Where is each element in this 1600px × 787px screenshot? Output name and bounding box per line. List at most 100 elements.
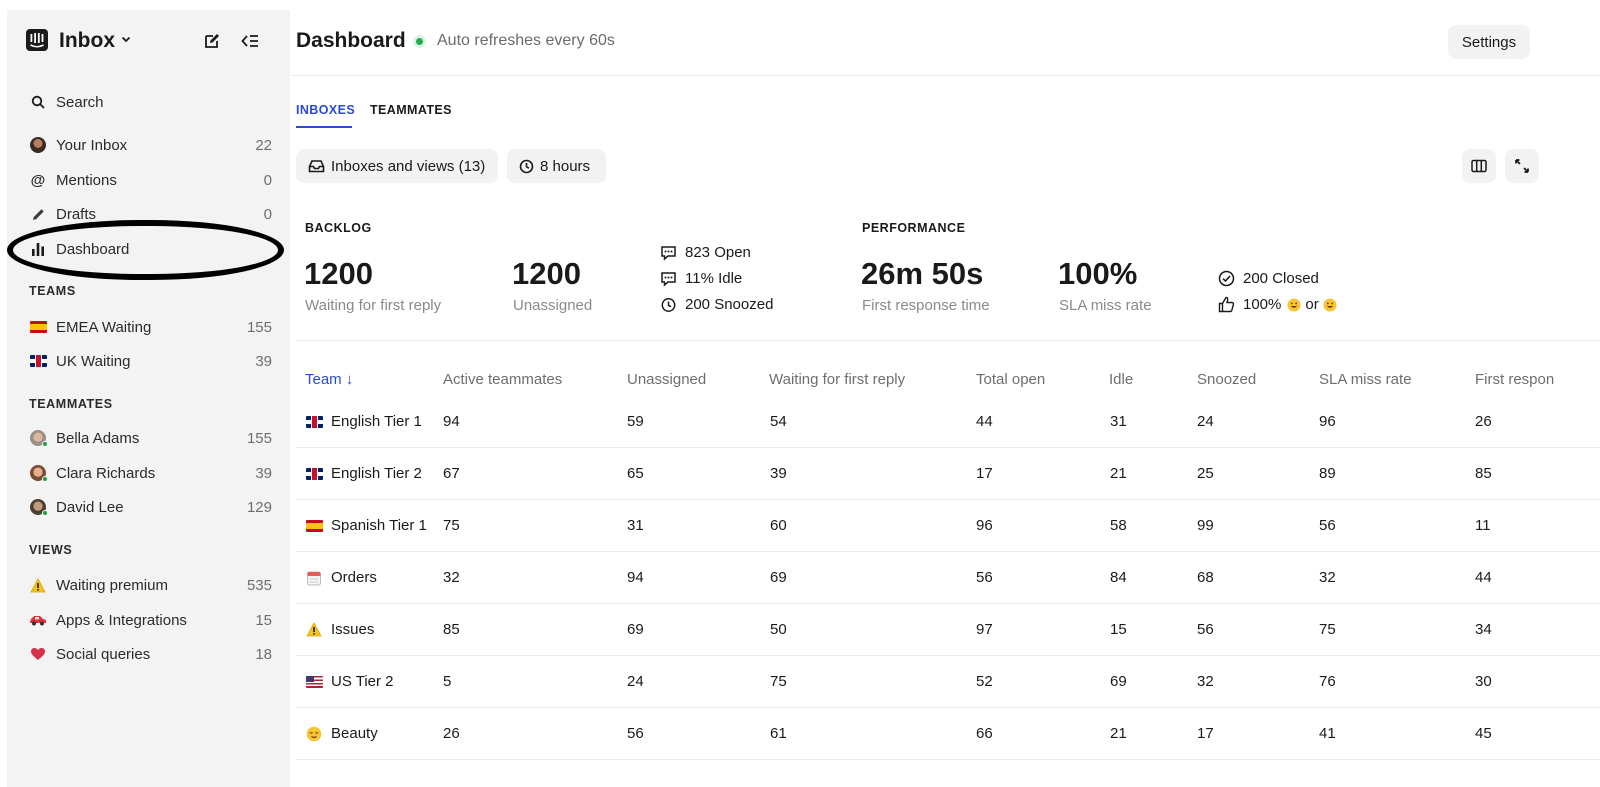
table-cell: 75: [1319, 621, 1336, 638]
spain-flag-icon: [29, 318, 47, 336]
sidebar-item-emea-waiting[interactable]: EMEA Waiting 155: [22, 311, 274, 343]
column-header-active-teammates[interactable]: Active teammates: [443, 371, 562, 388]
sla-miss-rate-label: SLA miss rate: [1059, 297, 1152, 314]
table-cell: 52: [976, 673, 993, 690]
table-cell: 85: [1475, 465, 1492, 482]
search-icon: [29, 93, 47, 111]
sidebar-item-mentions[interactable]: @ Mentions 0: [22, 164, 274, 196]
columns-button[interactable]: [1462, 149, 1496, 183]
table-row[interactable]: English Tier 2 67 65 39 17 21 25 89 85: [296, 448, 1600, 500]
table-cell: 75: [443, 517, 460, 534]
sidebar-item-count: 15: [255, 611, 272, 629]
table-cell: 66: [976, 725, 993, 742]
table-cell: 21: [1110, 465, 1127, 482]
compose-icon[interactable]: [204, 33, 220, 49]
csat-percent: 100%: [1243, 296, 1282, 313]
sidebar-item-bella-adams[interactable]: Bella Adams 155: [22, 422, 274, 454]
table-cell: 69: [770, 569, 787, 586]
column-header-snoozed[interactable]: Snoozed: [1197, 371, 1256, 388]
sidebar-search[interactable]: Search: [22, 86, 274, 118]
inboxes-filter-label: Inboxes and views (13): [331, 157, 486, 175]
sidebar-item-count: 155: [246, 429, 272, 447]
sidebar-item-label: David Lee: [56, 498, 124, 516]
table-cell: 24: [1197, 413, 1214, 430]
column-header-waiting-first-reply[interactable]: Waiting for first reply: [769, 371, 905, 388]
table-cell: 54: [770, 413, 787, 430]
table-row[interactable]: US Tier 2 5 24 75 52 69 32 76 30: [296, 656, 1600, 708]
avatar: [29, 429, 48, 447]
sidebar-item-apps-integrations[interactable]: Apps & Integrations 15: [22, 604, 274, 636]
table-cell: 94: [627, 569, 644, 586]
table-cell: 65: [627, 465, 644, 482]
inbox-tray-icon: [308, 159, 325, 173]
table-cell: 97: [976, 621, 993, 638]
column-header-team[interactable]: Team ↓: [305, 371, 353, 388]
table-cell: 31: [627, 517, 644, 534]
spain-flag-icon: [304, 519, 324, 532]
sidebar-item-count: 39: [255, 464, 272, 482]
table-row[interactable]: Issues 85 69 50 97 15 56 75 34: [296, 604, 1600, 656]
chevron-down-icon[interactable]: [120, 33, 132, 45]
column-header-unassigned[interactable]: Unassigned: [627, 371, 706, 388]
sidebar-item-your-inbox[interactable]: Your Inbox 22: [22, 129, 274, 161]
table-cell: 25: [1197, 465, 1214, 482]
warning-icon: [304, 622, 324, 637]
table-cell: 56: [976, 569, 993, 586]
table-cell: 17: [976, 465, 993, 482]
sidebar-item-count: 0: [263, 205, 272, 223]
pencil-icon: [29, 205, 47, 223]
closed-stat: 200 Closed: [1218, 270, 1319, 287]
sidebar-item-count: 535: [246, 576, 272, 594]
unassigned-value: 1200: [512, 256, 581, 291]
dashboard-header: Dashboard Auto refreshes every 60s Setti…: [290, 0, 1600, 76]
table-row[interactable]: English Tier 1 94 59 54 44 31 24 96 26: [296, 396, 1600, 448]
table-row[interactable]: Spanish Tier 1 75 31 60 96 58 99 56 11: [296, 500, 1600, 552]
columns-icon: [1471, 159, 1487, 173]
time-range-button[interactable]: 8 hours: [507, 149, 606, 183]
table-cell: 94: [443, 413, 460, 430]
collapse-sidebar-icon[interactable]: [241, 33, 259, 49]
car-icon: [29, 611, 47, 629]
column-header-sla-miss-rate[interactable]: SLA miss rate: [1319, 371, 1412, 388]
settings-button[interactable]: Settings: [1448, 25, 1530, 59]
table-cell: 32: [1319, 569, 1336, 586]
idle-stat: 11% Idle: [660, 270, 742, 287]
table-cell: 56: [1319, 517, 1336, 534]
table-cell: 44: [1475, 569, 1492, 586]
sidebar-item-social-queries[interactable]: Social queries 18: [22, 638, 274, 670]
table-row[interactable]: Orders 32 94 69 56 84 68 32 44: [296, 552, 1600, 604]
tab-teammates[interactable]: TEAMMATES: [370, 103, 452, 117]
sidebar-item-david-lee[interactable]: David Lee 129: [22, 491, 274, 523]
column-header-first-response[interactable]: First respon: [1475, 371, 1554, 388]
table-cell: 45: [1475, 725, 1492, 742]
table-cell: 89: [1319, 465, 1336, 482]
inboxes-filter-button[interactable]: Inboxes and views (13): [296, 149, 498, 183]
table-cell: 34: [1475, 621, 1492, 638]
sidebar-item-clara-richards[interactable]: Clara Richards 39: [22, 457, 274, 489]
table-cell: 11: [1475, 517, 1491, 534]
table-cell: 58: [1110, 517, 1127, 534]
sidebar-item-waiting-premium[interactable]: Waiting premium 535: [22, 569, 274, 601]
divider: [296, 340, 1600, 341]
table-cell: 84: [1110, 569, 1127, 586]
us-flag-icon: [304, 675, 324, 688]
heart-icon: [29, 645, 47, 663]
table-cell: 21: [1110, 725, 1127, 742]
waiting-first-reply-value: 1200: [304, 256, 373, 291]
sidebar-header: Inbox: [7, 10, 290, 72]
table-cell: 31: [1110, 413, 1127, 430]
expand-button[interactable]: [1505, 149, 1539, 183]
inbox-switcher[interactable]: Inbox: [59, 29, 115, 53]
column-header-idle[interactable]: Idle: [1109, 371, 1133, 388]
table-cell: 30: [1475, 673, 1492, 690]
column-header-total-open[interactable]: Total open: [976, 371, 1045, 388]
idle-stat-text: 11% Idle: [685, 270, 743, 287]
sidebar-item-label: Waiting premium: [56, 576, 168, 594]
sidebar-item-uk-waiting[interactable]: UK Waiting 39: [22, 345, 274, 377]
sidebar-item-label: Social queries: [56, 645, 151, 663]
table-cell: 24: [627, 673, 644, 690]
tab-inboxes[interactable]: INBOXES: [296, 103, 355, 128]
table-row[interactable]: Beauty 26 56 61 66 21 17 41 45: [296, 708, 1600, 760]
open-stat: 823 Open: [660, 244, 751, 261]
first-response-time-value: 26m 50s: [861, 256, 984, 291]
